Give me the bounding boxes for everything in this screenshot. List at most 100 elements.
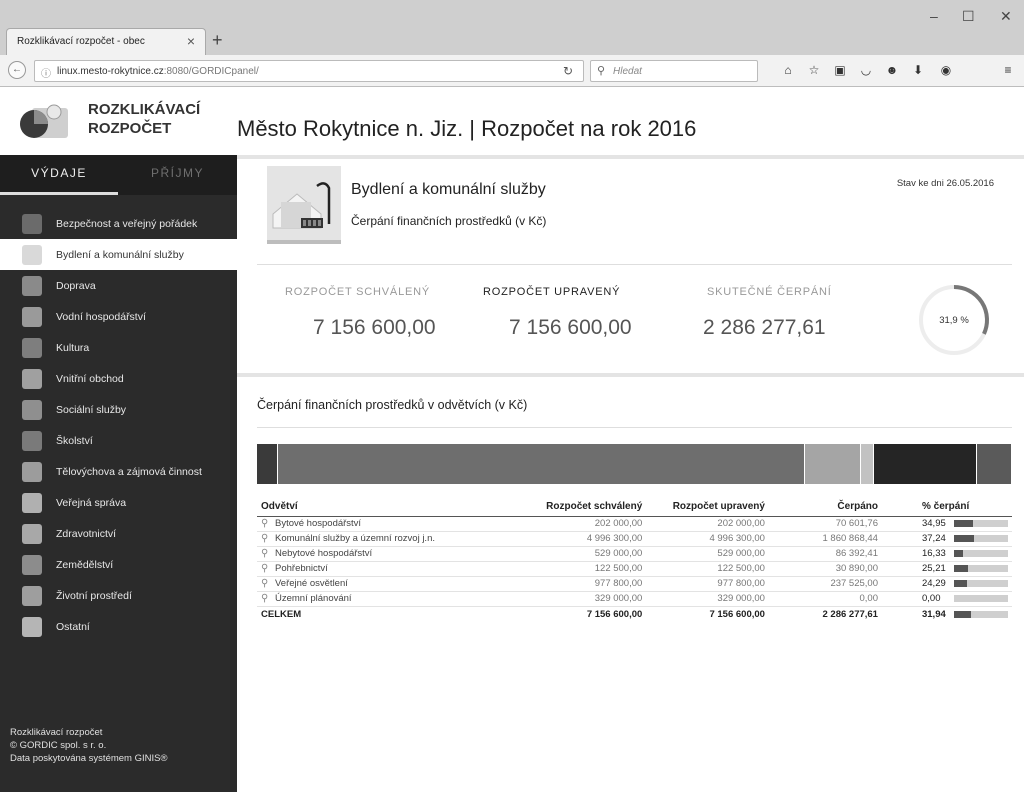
percent-bar	[953, 549, 1008, 557]
magnifier-icon[interactable]: ⚲	[261, 548, 275, 559]
back-arrow-icon[interactable]: ←	[8, 61, 26, 79]
table-row[interactable]: ⚲ Bytové hospodářství 202 000,00 202 000,00…	[257, 516, 1012, 532]
percent-bar	[953, 610, 1008, 618]
cell-adjusted: 4 996 300,00	[646, 531, 769, 547]
percent-text: 37,24	[921, 533, 946, 544]
cell-name: ⚲ Pohřebnictví	[257, 561, 524, 577]
bookmark-star-icon[interactable]: ☆	[806, 62, 822, 78]
address-bar[interactable]: ⓘ linux.mesto-rokytnice.cz:8080/GORDICpa…	[34, 60, 584, 82]
kpi-adjusted-label: ROZPOČET UPRAVENÝ	[483, 286, 621, 298]
percent-bar	[953, 519, 1008, 527]
new-tab-icon[interactable]: +	[212, 28, 223, 52]
sidebar-item-label: Tělovýchova a zájmová činnost	[56, 465, 202, 478]
kpi-spent-value: 2 286 277,61	[703, 316, 826, 339]
kpi-approved-value: 7 156 600,00	[313, 316, 436, 339]
percent-bar-fill	[953, 610, 972, 618]
cell-text: 4 996 300,00	[586, 533, 643, 544]
cell-text: CELKEM	[261, 608, 302, 620]
col-header-percent[interactable]: % čerpání	[881, 498, 1012, 517]
chat-icon[interactable]: ☻	[884, 62, 900, 78]
search-input[interactable]: ⚲ Hledat	[590, 60, 758, 82]
share-strip	[257, 444, 1012, 484]
sidebar-item[interactable]: Bezpečnost a veřejný pořádek	[0, 208, 237, 239]
sidebar-item[interactable]: Doprava	[0, 270, 237, 301]
reload-icon[interactable]: ↻	[563, 64, 573, 78]
browser-tab[interactable]: Rozklikávací rozpočet - obec ×	[6, 28, 206, 55]
col-header-sector[interactable]: Odvětví	[257, 498, 524, 517]
sidebar-item[interactable]: Bydlení a komunální služby	[0, 239, 237, 270]
cell-name: ⚲ Nebytové hospodářství	[257, 546, 524, 562]
share-segment[interactable]	[874, 444, 978, 484]
cell-text: 0,00	[859, 593, 878, 604]
info-icon[interactable]: ⓘ	[41, 65, 51, 80]
cell-spent: 86 392,41	[768, 546, 882, 562]
sidebar-item[interactable]: Sociální služby	[0, 394, 237, 425]
cell-text: 122 500,00	[717, 563, 765, 574]
sidebar-item[interactable]: Zemědělství	[0, 549, 237, 580]
cell-text: 7 156 600,00	[586, 608, 643, 620]
download-icon[interactable]: ⬇	[910, 62, 926, 78]
cell-approved: 122 500,00	[523, 561, 647, 577]
sidebar-item[interactable]: Vodní hospodářství	[0, 301, 237, 332]
sidebar-item[interactable]: Školství	[0, 425, 237, 456]
share-segment[interactable]	[977, 444, 1012, 484]
pocket-icon[interactable]: ◡	[858, 62, 874, 78]
minimize-icon[interactable]: –	[930, 8, 938, 24]
environment-icon	[22, 585, 42, 606]
cell-text: 4 996 300,00	[709, 533, 765, 544]
col-header-adjusted[interactable]: Rozpočet upravený	[646, 498, 769, 517]
col-header-approved[interactable]: Rozpočet schválený	[523, 498, 647, 517]
share-segment[interactable]	[861, 444, 875, 484]
cell-text: 1 860 868,44	[822, 533, 878, 544]
sidebar-item[interactable]: Kultura	[0, 332, 237, 363]
sidebar-item[interactable]: Veřejná správa	[0, 487, 237, 518]
shield-icon[interactable]: ◉	[938, 62, 954, 78]
table-row[interactable]: ⚲ Nebytové hospodářství 529 000,00 529 000,…	[257, 546, 1012, 562]
search-icon: ⚲	[597, 65, 606, 77]
sidebar-item[interactable]: Tělovýchova a zájmová činnost	[0, 456, 237, 487]
col-header-spent[interactable]: Čerpáno	[768, 498, 882, 517]
magnifier-icon[interactable]: ⚲	[261, 578, 275, 589]
cell-name: ⚲ Bytové hospodářství	[257, 516, 524, 532]
cell-text: 2 286 277,61	[822, 608, 878, 620]
magnifier-icon[interactable]: ⚲	[261, 593, 275, 604]
cell-adjusted: 977 800,00	[646, 576, 769, 592]
share-segment[interactable]	[805, 444, 862, 484]
magnifier-icon[interactable]: ⚲	[261, 533, 275, 544]
close-icon[interactable]: ×	[187, 33, 195, 49]
tab-prijmy[interactable]: PŘÍJMY	[118, 155, 237, 195]
cell-text: 202 000,00	[717, 518, 765, 529]
page-title: Město Rokytnice n. Jiz. | Rozpočet na ro…	[237, 116, 1024, 142]
clipboard-icon[interactable]: ▣	[832, 62, 848, 78]
logo-icon	[20, 104, 68, 138]
sidebar-item-label: Zemědělství	[56, 558, 114, 571]
table-row[interactable]: ⚲ Veřejné osvětlení 977 800,00 977 800,00 23…	[257, 576, 1012, 592]
table-row[interactable]: ⚲ Pohřebnictví 122 500,00 122 500,00 30 890,…	[257, 561, 1012, 577]
cell-approved: 202 000,00	[523, 516, 647, 532]
magnifier-icon[interactable]: ⚲	[261, 563, 275, 574]
sidebar-item[interactable]: Zdravotnictví	[0, 518, 237, 549]
sidebar-item[interactable]: Vnitřní obchod	[0, 363, 237, 394]
cell-adjusted: 529 000,00	[646, 546, 769, 562]
kpi-spent-label: SKUTEČNÉ ČERPÁNÍ	[707, 286, 832, 298]
table-row[interactable]: ⚲ Komunální služby a územní rozvoj j.n. 4 …	[257, 531, 1012, 547]
percent-bar-fill	[953, 534, 975, 542]
sidebar-item[interactable]: Ostatní	[0, 611, 237, 642]
tab-vydaje[interactable]: VÝDAJE	[0, 155, 118, 195]
table-row[interactable]: ⚲ Územní plánování 329 000,00 329 000,00 0,0…	[257, 591, 1012, 607]
sector-table: Odvětví Rozpočet schválený Rozpočet upra…	[257, 498, 1012, 622]
cell-text: 30 890,00	[835, 563, 878, 574]
sidebar-item-label: Bezpečnost a veřejný pořádek	[56, 217, 198, 230]
url-text: linux.mesto-rokytnice.cz:8080/GORDICpane…	[57, 66, 259, 77]
maximize-icon[interactable]: ☐	[962, 8, 975, 25]
window-close-icon[interactable]: ✕	[1000, 8, 1012, 25]
table-total-row: CELKEM 7 156 600,00 7 156 600,00 2 286 277,…	[257, 605, 1012, 622]
home-icon[interactable]: ⌂	[780, 62, 796, 78]
cell-text: 529 000,00	[594, 548, 643, 559]
share-segment[interactable]	[257, 444, 279, 484]
brand[interactable]: ROZKLIKÁVACÍ ROZPOČET	[0, 88, 237, 155]
sidebar-item[interactable]: Životní prostředí	[0, 580, 237, 611]
share-segment[interactable]	[278, 444, 806, 484]
menu-icon[interactable]: ≡	[1000, 62, 1016, 78]
magnifier-icon[interactable]: ⚲	[261, 518, 275, 529]
